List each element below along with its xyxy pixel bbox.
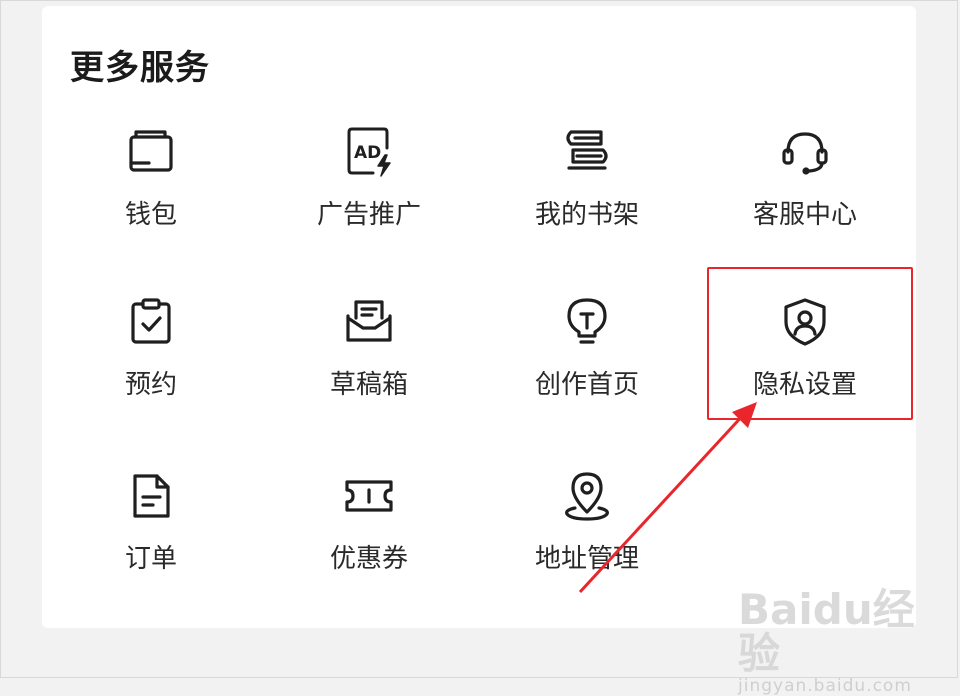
lightbulb-icon [561,296,613,348]
bookshelf-icon [561,126,613,178]
service-customer-center[interactable]: 客服中心 [700,126,910,256]
svg-text:AD: AD [354,143,381,163]
coupon-ticket-icon [343,470,395,522]
service-creator-home[interactable]: 创作首页 [482,296,692,426]
service-label: 钱包 [124,200,177,230]
highlight-box [707,267,913,420]
service-label: 广告推广 [316,200,421,230]
order-document-icon [125,470,177,522]
ad-promotion-icon: AD [343,126,395,178]
section-title: 更多服务 [70,48,210,88]
service-bookshelf[interactable]: 我的书架 [482,126,692,256]
draft-box-icon [343,296,395,348]
service-label: 预约 [124,370,177,400]
service-address-management[interactable]: 地址管理 [482,470,692,600]
service-label: 订单 [124,544,177,574]
watermark-url: jingyan.baidu.com [738,676,912,696]
service-label: 优惠券 [329,544,408,574]
service-reservation[interactable]: 预约 [46,296,256,426]
headset-icon [779,126,831,178]
service-label: 创作首页 [534,370,639,400]
clipboard-check-icon [125,296,177,348]
service-ad-promotion[interactable]: AD 广告推广 [264,126,474,256]
service-orders[interactable]: 订单 [46,470,256,600]
service-label: 客服中心 [752,200,857,230]
service-label: 我的书架 [534,200,639,230]
wallet-icon [125,126,177,178]
service-draft-box[interactable]: 草稿箱 [264,296,474,426]
service-label: 草稿箱 [329,370,408,400]
service-coupons[interactable]: 优惠券 [264,470,474,600]
service-label: 地址管理 [534,544,639,574]
location-pin-icon [561,470,613,522]
service-wallet[interactable]: 钱包 [46,126,256,256]
